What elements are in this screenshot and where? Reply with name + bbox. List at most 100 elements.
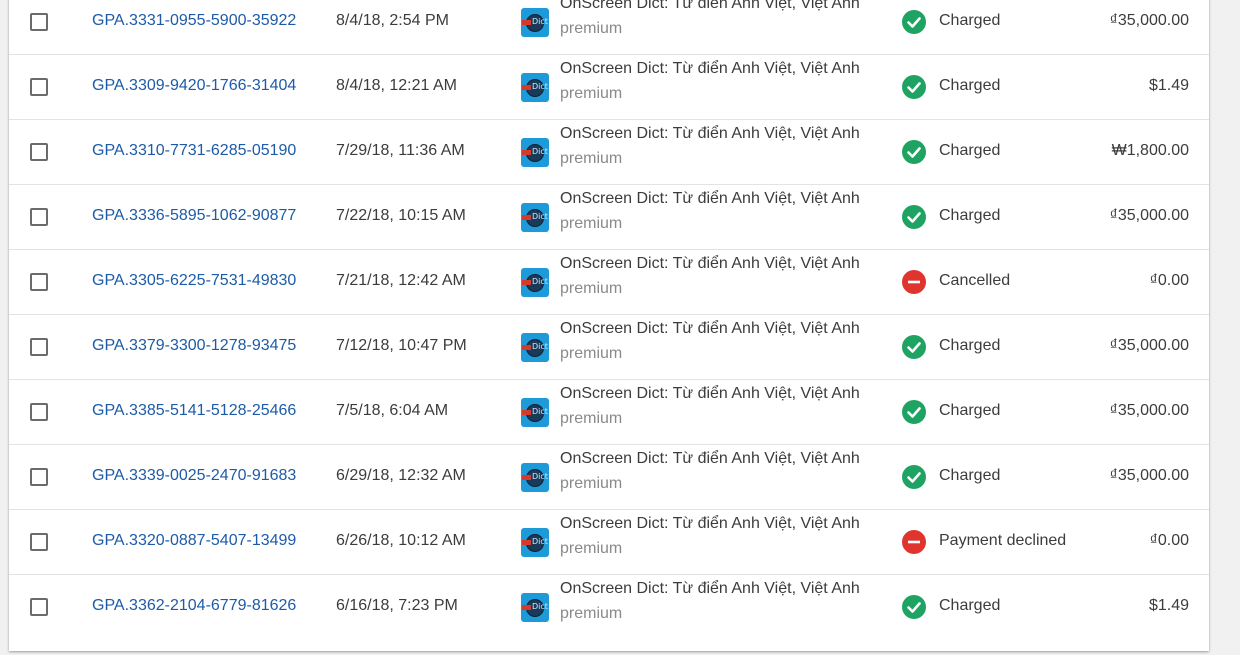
order-date: 6/26/18, 10:12 AM: [336, 532, 466, 549]
status-text: Charged: [939, 402, 1001, 419]
order-date: 6/29/18, 12:32 AM: [336, 467, 466, 484]
table-row: GPA.3336-5895-1062-90877 7/22/18, 10:15 …: [9, 185, 1209, 250]
minus-circle-icon: [902, 270, 926, 294]
row-checkbox[interactable]: [30, 468, 48, 486]
dict-app-icon: Dict: [521, 73, 549, 102]
product-name: OnScreen Dict: Từ điển Anh Việt, Việt An…: [560, 580, 860, 597]
table-row: GPA.3362-2104-6779-81626 6/16/18, 7:23 P…: [9, 575, 1209, 640]
product-tier: premium: [560, 540, 623, 557]
amount: ₩1,800.00: [1111, 142, 1189, 159]
order-date: 8/4/18, 2:54 PM: [336, 12, 449, 29]
order-date: 7/5/18, 6:04 AM: [336, 402, 449, 419]
check-circle-icon: [902, 595, 926, 619]
amount: ₫0.00: [1149, 532, 1189, 549]
order-date: 7/21/18, 12:42 AM: [336, 272, 466, 289]
order-date: 7/22/18, 10:15 AM: [336, 207, 466, 224]
order-date: 7/29/18, 11:36 AM: [336, 142, 465, 159]
product-name: OnScreen Dict: Từ điển Anh Việt, Việt An…: [560, 0, 860, 12]
product-tier: premium: [560, 280, 623, 297]
order-id-link[interactable]: GPA.3336-5895-1062-90877: [92, 207, 296, 225]
product-name: OnScreen Dict: Từ điển Anh Việt, Việt An…: [560, 60, 860, 77]
check-circle-icon: [902, 140, 926, 164]
row-checkbox[interactable]: [30, 143, 48, 161]
product-name: OnScreen Dict: Từ điển Anh Việt, Việt An…: [560, 450, 860, 467]
order-id-link[interactable]: GPA.3331-0955-5900-35922: [92, 12, 296, 30]
product-tier: premium: [560, 150, 623, 167]
amount: $1.49: [1148, 597, 1189, 614]
order-id-link[interactable]: GPA.3385-5141-5128-25466: [92, 402, 296, 420]
order-id-link[interactable]: GPA.3339-0025-2470-91683: [92, 467, 296, 485]
amount: ₫35,000.00: [1109, 207, 1189, 224]
status-text: Charged: [939, 337, 1001, 354]
order-id-link[interactable]: GPA.3362-2104-6779-81626: [92, 597, 296, 615]
amount: ₫35,000.00: [1109, 337, 1189, 354]
row-checkbox[interactable]: [30, 273, 48, 291]
check-circle-icon: [902, 205, 926, 229]
row-checkbox[interactable]: [30, 533, 48, 551]
minus-circle-icon: [902, 530, 926, 554]
product-name: OnScreen Dict: Từ điển Anh Việt, Việt An…: [560, 255, 860, 272]
table-row: GPA.3385-5141-5128-25466 7/5/18, 6:04 AM…: [9, 380, 1209, 445]
table-row: GPA.3310-7731-6285-05190 7/29/18, 11:36 …: [9, 120, 1209, 185]
product-name: OnScreen Dict: Từ điển Anh Việt, Việt An…: [560, 385, 860, 402]
product-name: OnScreen Dict: Từ điển Anh Việt, Việt An…: [560, 125, 860, 142]
product-tier: premium: [560, 475, 623, 492]
check-circle-icon: [902, 465, 926, 489]
table-row: GPA.3309-9420-1766-31404 8/4/18, 12:21 A…: [9, 55, 1209, 120]
dict-app-icon: Dict: [521, 398, 549, 427]
table-row: GPA.3339-0025-2470-91683 6/29/18, 12:32 …: [9, 445, 1209, 510]
order-id-link[interactable]: GPA.3309-9420-1766-31404: [92, 77, 296, 95]
table-row: GPA.3305-6225-7531-49830 7/21/18, 12:42 …: [9, 250, 1209, 315]
row-checkbox[interactable]: [30, 78, 48, 96]
product-name: OnScreen Dict: Từ điển Anh Việt, Việt An…: [560, 320, 860, 337]
dict-app-icon: Dict: [521, 463, 549, 492]
check-circle-icon: [902, 75, 926, 99]
row-checkbox[interactable]: [30, 338, 48, 356]
order-id-link[interactable]: GPA.3379-3300-1278-93475: [92, 337, 296, 355]
table-row: GPA.3331-0955-5900-35922 8/4/18, 2:54 PM…: [9, 0, 1209, 55]
amount: $1.49: [1148, 77, 1189, 94]
table-row: GPA.3320-0887-5407-13499 6/26/18, 10:12 …: [9, 510, 1209, 575]
status-text: Payment declined: [939, 532, 1067, 549]
status-text: Charged: [939, 207, 1001, 224]
dict-app-icon: Dict: [521, 333, 549, 362]
amount: ₫0.00: [1149, 272, 1189, 289]
row-checkbox[interactable]: [30, 403, 48, 421]
order-date: 8/4/18, 12:21 AM: [336, 77, 457, 94]
status-text: Charged: [939, 12, 1001, 29]
row-checkbox[interactable]: [30, 208, 48, 226]
orders-table: GPA.3331-0955-5900-35922 8/4/18, 2:54 PM…: [9, 0, 1209, 651]
dict-app-icon: Dict: [521, 8, 549, 37]
product-name: OnScreen Dict: Từ điển Anh Việt, Việt An…: [560, 190, 860, 207]
order-id-link[interactable]: GPA.3310-7731-6285-05190: [92, 142, 296, 160]
table-row: GPA.3379-3300-1278-93475 7/12/18, 10:47 …: [9, 315, 1209, 380]
product-name: OnScreen Dict: Từ điển Anh Việt, Việt An…: [560, 515, 860, 532]
status-text: Cancelled: [939, 272, 1011, 289]
row-checkbox[interactable]: [30, 598, 48, 616]
dict-app-icon: Dict: [521, 203, 549, 232]
dict-app-icon: Dict: [521, 268, 549, 297]
amount: ₫35,000.00: [1109, 12, 1189, 29]
status-text: Charged: [939, 467, 1001, 484]
amount: ₫35,000.00: [1109, 402, 1189, 419]
product-tier: premium: [560, 345, 623, 362]
check-circle-icon: [902, 400, 926, 424]
dict-app-icon: Dict: [521, 593, 549, 622]
order-id-link[interactable]: GPA.3305-6225-7531-49830: [92, 272, 296, 290]
status-text: Charged: [939, 142, 1001, 159]
row-checkbox[interactable]: [30, 13, 48, 31]
status-text: Charged: [939, 597, 1001, 614]
check-circle-icon: [902, 335, 926, 359]
product-tier: premium: [560, 410, 623, 427]
check-circle-icon: [902, 10, 926, 34]
order-date: 6/16/18, 7:23 PM: [336, 597, 458, 614]
order-date: 7/12/18, 10:47 PM: [336, 337, 467, 354]
dict-app-icon: Dict: [521, 138, 549, 167]
order-id-link[interactable]: GPA.3320-0887-5407-13499: [92, 532, 296, 550]
product-tier: premium: [560, 605, 623, 622]
status-text: Charged: [939, 77, 1001, 94]
product-tier: premium: [560, 215, 623, 232]
product-tier: premium: [560, 20, 623, 37]
product-tier: premium: [560, 85, 623, 102]
amount: ₫35,000.00: [1109, 467, 1189, 484]
